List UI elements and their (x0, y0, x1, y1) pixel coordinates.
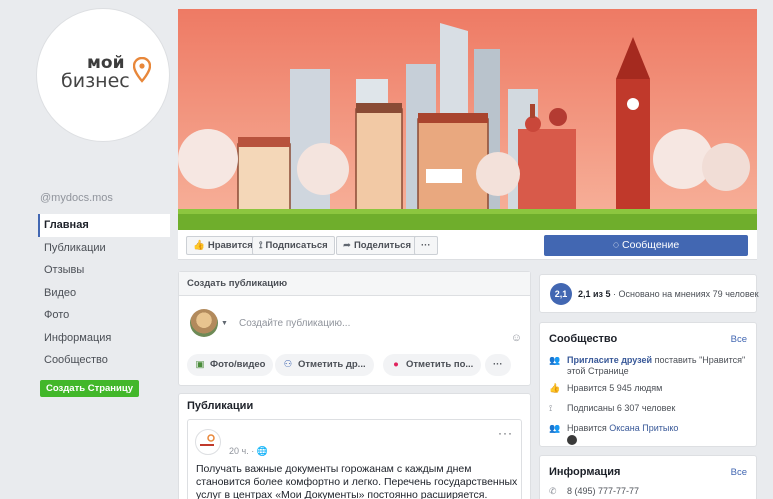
post-text: Получать важные документы горожанам с ка… (196, 463, 518, 499)
user-avatar[interactable] (190, 309, 218, 337)
thumbs-up-icon: 👍 (549, 383, 561, 393)
page-profile: мой бизнес (36, 8, 170, 142)
message-button[interactable]: ◌ Сообщение (544, 235, 748, 256)
create-post-input[interactable]: Создайте публикацию... (239, 318, 350, 329)
emoji-icon[interactable]: ☺ (511, 332, 522, 344)
posts-section: Публикации 20 ч. · 🌐 ··· Получать важные… (178, 393, 531, 499)
rss-icon: ⟟ (259, 240, 263, 251)
info-see-all-link[interactable]: Все (731, 467, 747, 478)
globe-icon: 🌐 (256, 446, 268, 456)
rating-card[interactable]: 2,1 2,1 из 5 · Основано на мнениях 79 че… (539, 274, 759, 313)
nav-item-community[interactable]: Сообщество (38, 349, 170, 372)
create-post-card: Создать публикацию ▼ Создайте публикацию… (178, 271, 531, 386)
share-arrow-icon: ➦ (343, 240, 351, 251)
photo-video-label: Фото/видео (210, 359, 266, 370)
invite-friends-link[interactable]: Пригласите друзей (567, 355, 652, 365)
photo-icon: ▣ (195, 359, 205, 370)
page-nav: Главная Публикации Отзывы Видео Фото Инф… (38, 214, 170, 372)
nav-item-home[interactable]: Главная (38, 214, 170, 237)
friend-avatar[interactable] (567, 435, 577, 445)
check-in-button[interactable]: ● Отметить по... (383, 354, 482, 376)
nav-item-about[interactable]: Информация (38, 327, 170, 350)
check-in-label: Отметить по... (406, 359, 474, 370)
page-avatar[interactable]: мой бизнес (36, 8, 170, 142)
create-page-button[interactable]: Создать Страницу (40, 380, 140, 397)
likes-count: Нравится 5 945 людям (567, 383, 663, 393)
tag-friends-label: Отметить др... (298, 359, 366, 370)
phone-number[interactable]: 8 (495) 777-77-77 (567, 486, 747, 497)
post-time-label: 20 ч. · (229, 446, 257, 456)
friend-likes-prefix: Нравится (567, 423, 610, 433)
chevron-down-icon[interactable]: ▼ (221, 320, 228, 327)
like-button[interactable]: 👍 Нравится (186, 236, 260, 255)
community-card: Сообщество Все 👥 Пригласите друзей поста… (539, 322, 757, 447)
people-icon: 👥 (549, 423, 561, 433)
community-see-all-link[interactable]: Все (731, 334, 747, 345)
logo-pin-icon (133, 57, 151, 83)
create-post-title: Создать публикацию (179, 272, 530, 296)
thumbs-up-icon: 👍 (193, 240, 205, 251)
cover-illustration (178, 9, 757, 230)
nav-item-photos[interactable]: Фото (38, 304, 170, 327)
follow-label: Подписаться (265, 240, 328, 251)
tag-friends-button[interactable]: ⚇ Отметить др... (275, 354, 374, 376)
page-handle[interactable]: @mydocs.mos (40, 192, 113, 204)
friend-name-link[interactable]: Оксана Притыко (609, 423, 678, 433)
follow-button[interactable]: ⟟ Подписаться (252, 236, 335, 255)
logo-line2: бизнес (61, 70, 130, 92)
moy-biznes-logo: мой бизнес (61, 53, 151, 97)
post-item: 20 ч. · 🌐 ··· Получать важные документы … (187, 419, 522, 499)
like-label: Нравится (207, 240, 253, 251)
nav-item-videos[interactable]: Видео (38, 282, 170, 305)
followers-count: Подписаны 6 307 человек (567, 403, 676, 413)
rating-summary: 2,1 из 5 · Основано на мнениях 79 челове… (578, 289, 759, 299)
rating-score: 2,1 из 5 (578, 289, 611, 299)
page-logo-icon (200, 434, 215, 446)
photo-video-button[interactable]: ▣ Фото/видео (187, 354, 274, 376)
messenger-icon: ◌ (612, 239, 620, 251)
message-label: Сообщение (622, 239, 680, 251)
people-icon: 👥 (549, 355, 561, 365)
post-timestamp[interactable]: 20 ч. · 🌐 (229, 446, 268, 457)
tag-friends-icon: ⚇ (283, 359, 293, 370)
more-actions-button[interactable]: ··· (414, 236, 438, 255)
share-label: Поделиться (353, 240, 411, 251)
post-options-button[interactable]: ··· (498, 426, 513, 440)
community-title: Сообщество (549, 333, 618, 345)
rss-icon: ⟟ (549, 403, 553, 413)
more-options-button[interactable]: ··· (485, 354, 511, 376)
nav-item-posts[interactable]: Публикации (38, 237, 170, 260)
share-button[interactable]: ➦ Поделиться (336, 236, 418, 255)
post-author-avatar[interactable] (195, 429, 221, 455)
phone-icon: ✆ (549, 486, 557, 496)
info-title: Информация (549, 466, 621, 478)
info-card: Информация Все ✆ 8 (495) 777-77-77 (539, 455, 757, 499)
rating-badge: 2,1 (550, 283, 572, 305)
cover-photo[interactable] (178, 9, 757, 230)
nav-item-reviews[interactable]: Отзывы (38, 259, 170, 282)
rating-basis: · Основано на мнениях 79 человек (610, 289, 759, 299)
posts-title: Публикации (187, 400, 254, 412)
location-pin-icon: ● (393, 359, 399, 370)
